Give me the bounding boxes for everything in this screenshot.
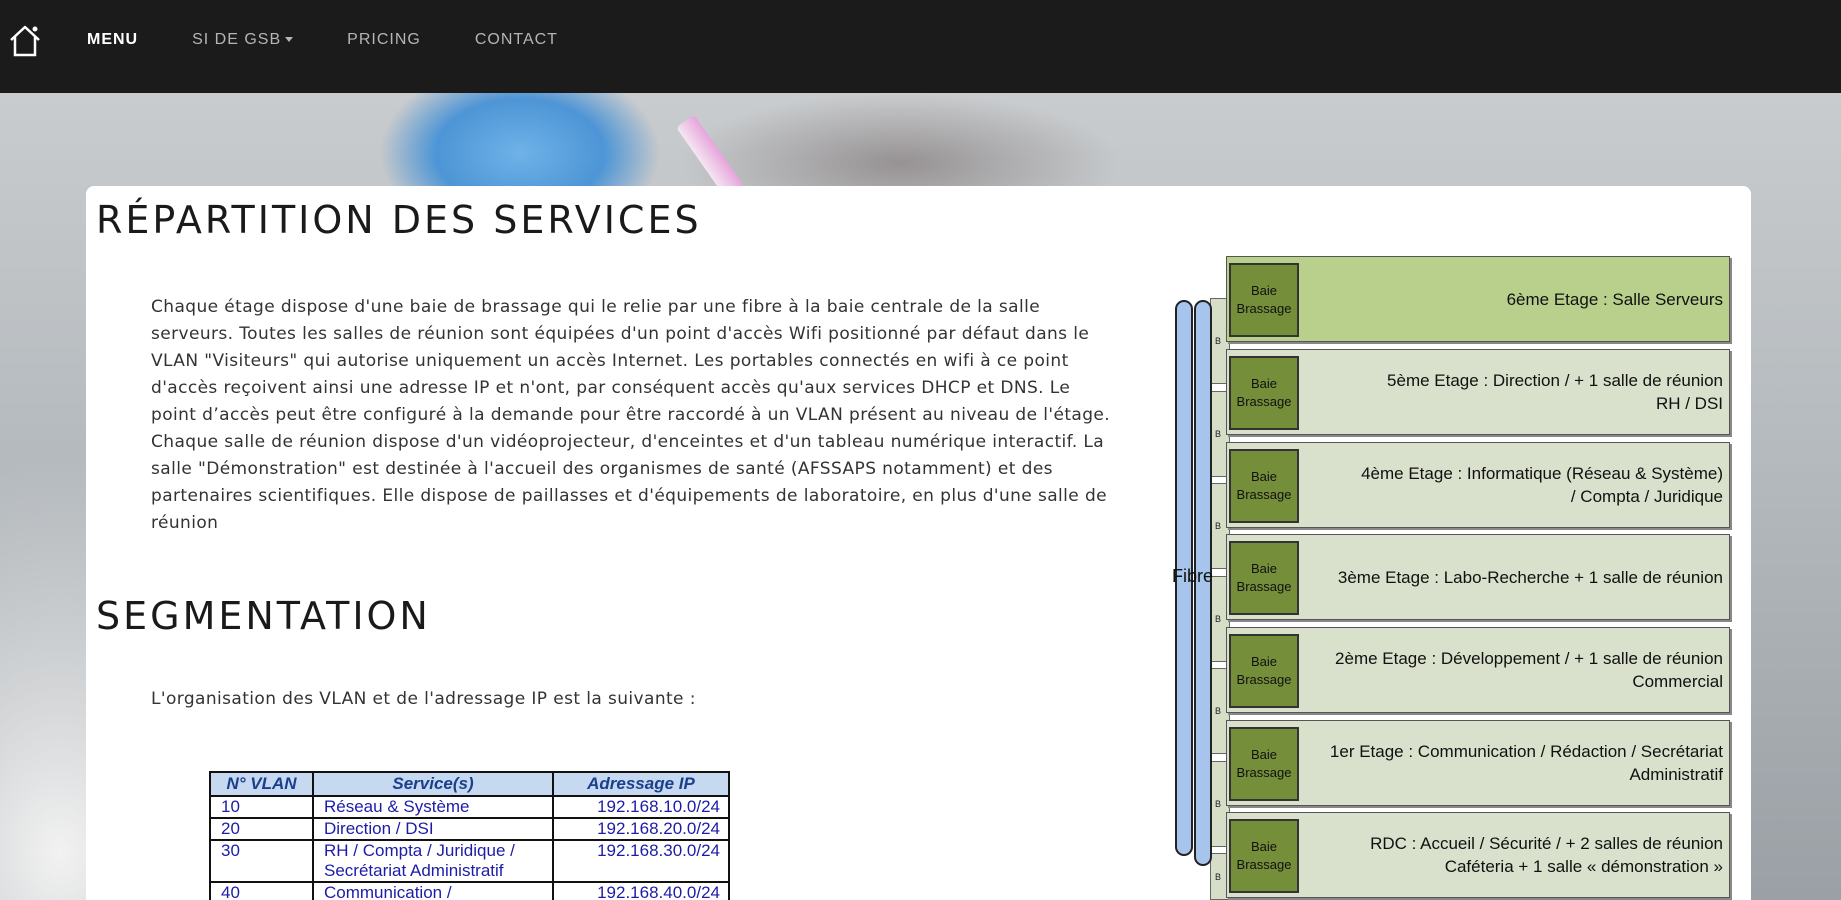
floor-label: 5ème Etage : Direction / + 1 salle de ré…: [1387, 371, 1723, 413]
table-cell: 20: [209, 817, 314, 841]
vlan-table: N° VLAN Service(s) Adressage IP 10 Résea…: [209, 771, 730, 900]
nav-item-contact[interactable]: CONTACT: [475, 31, 558, 49]
nav-menu: MENU SI DE GSB PRICING CONTACT: [87, 0, 612, 80]
table-header-vlan: N° VLAN: [209, 771, 314, 797]
floor-baie-brassage: Baie Brassage: [1229, 541, 1299, 615]
floor-6: Baie Brassage 6ème Etage : Salle Serveur…: [1226, 256, 1730, 342]
repartition-paragraph: Chaque étage dispose d'une baie de brass…: [151, 297, 1111, 533]
floor-baie-brassage: Baie Brassage: [1229, 727, 1299, 801]
navbar: MENU SI DE GSB PRICING CONTACT: [0, 0, 1841, 93]
floor-baie-brassage: Baie Brassage: [1229, 634, 1299, 708]
nav-item-si-de-gsb[interactable]: SI DE GSB: [192, 31, 294, 49]
floor-label: 2ème Etage : Développement / + 1 salle d…: [1335, 649, 1723, 691]
table-cell: Réseau & Système: [312, 795, 554, 819]
table-cell: 192.168.10.0/24: [552, 795, 730, 819]
table-row: 20 Direction / DSI 192.168.20.0/24: [209, 817, 730, 841]
table-header-services: Service(s): [312, 771, 554, 797]
section-title-segmentation: SEGMENTATION: [96, 594, 431, 638]
table-cell: 192.168.20.0/24: [552, 817, 730, 841]
table-cell: Communication /: [312, 881, 554, 900]
floor-3: Baie Brassage 3ème Etage : Labo-Recherch…: [1226, 534, 1730, 620]
table-row: 30 RH / Compta / Juridique / Secrétariat…: [209, 839, 730, 883]
chevron-down-icon: [285, 37, 294, 43]
home-icon[interactable]: [8, 24, 42, 58]
floor-2: Baie Brassage 2ème Etage : Développement…: [1226, 627, 1730, 713]
floor-1: Baie Brassage 1er Etage : Communication …: [1226, 720, 1730, 806]
table-header-ip: Adressage IP: [552, 771, 730, 797]
table-cell: 10: [209, 795, 314, 819]
floor-label: 3ème Etage : Labo-Recherche + 1 salle de…: [1337, 567, 1723, 587]
table-row: 10 Réseau & Système 192.168.10.0/24: [209, 795, 730, 819]
floor-5: Baie Brassage 5ème Etage : Direction / +…: [1226, 349, 1730, 435]
table-row: 40 Communication / 192.168.40.0/24: [209, 881, 730, 900]
nav-item-pricing[interactable]: PRICING: [347, 31, 421, 49]
table-cell: 30: [209, 839, 314, 883]
nav-item-menu[interactable]: MENU: [87, 31, 138, 49]
table-cell: 192.168.30.0/24: [552, 839, 730, 883]
table-cell: Direction / DSI: [312, 817, 554, 841]
table-cell: 192.168.40.0/24: [552, 881, 730, 900]
fiber-label: Fibre: [1172, 566, 1214, 586]
floor-4: Baie Brassage 4ème Etage : Informatique …: [1226, 442, 1730, 528]
floor-rdc: Baie Brassage RDC : Accueil / Sécurité /…: [1226, 812, 1730, 898]
segmentation-intro: L'organisation des VLAN et de l'adressag…: [151, 689, 696, 709]
floor-label: 4ème Etage : Informatique (Réseau & Syst…: [1361, 464, 1723, 506]
table-cell: 40: [209, 881, 314, 900]
floor-baie-brassage: Baie Brassage: [1229, 819, 1299, 893]
table-header-row: N° VLAN Service(s) Adressage IP: [209, 771, 730, 797]
nav-item-si-de-gsb-label: SI DE GSB: [192, 31, 282, 48]
floor-label: RDC : Accueil / Sécurité / + 2 salles de…: [1370, 834, 1723, 876]
table-cell: RH / Compta / Juridique / Secrétariat Ad…: [312, 839, 554, 883]
floor-baie-brassage: Baie Brassage: [1229, 356, 1299, 430]
floor-label: 1er Etage : Communication / Rédaction / …: [1329, 742, 1723, 784]
floors-diagram: B B B B B B B Fibre Baie Brassage 6ème E…: [1170, 254, 1735, 900]
floor-label: 6ème Etage : Salle Serveurs: [1506, 289, 1723, 309]
section-title-repartition: RÉPARTITION DES SERVICES: [96, 198, 702, 242]
floor-baie-brassage: Baie Brassage: [1229, 263, 1299, 337]
floor-baie-brassage: Baie Brassage: [1229, 449, 1299, 523]
